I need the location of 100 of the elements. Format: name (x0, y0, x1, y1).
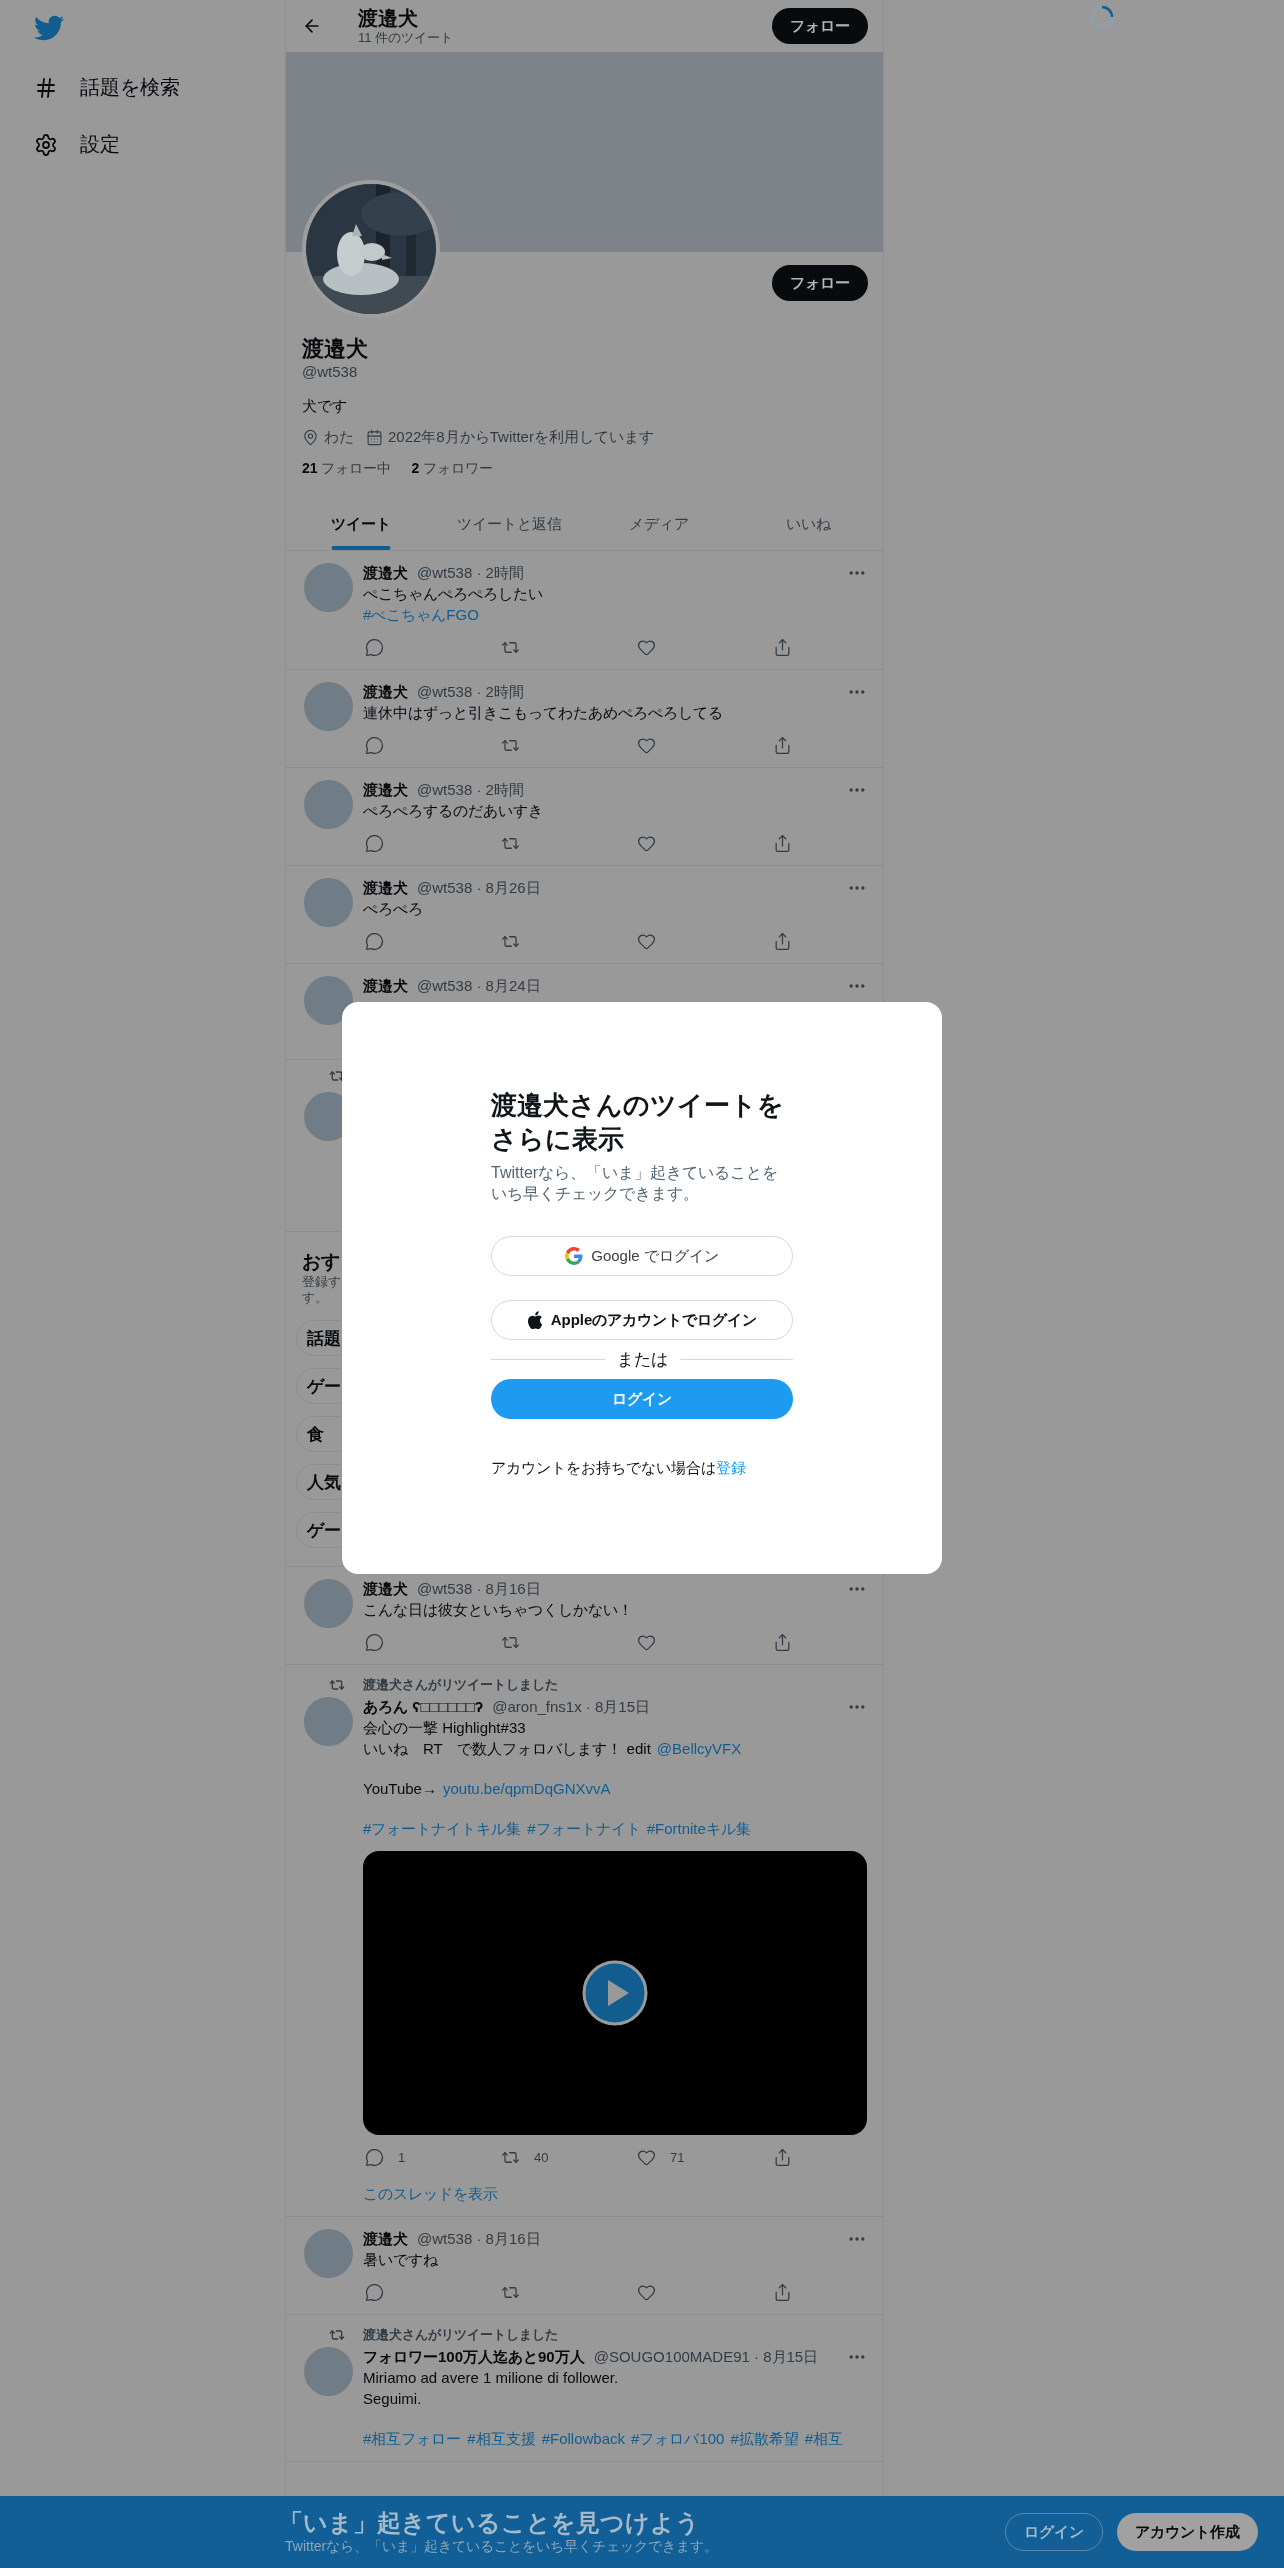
tab[interactable]: いいね (733, 498, 883, 550)
hashtag-link[interactable]: #相互フォロー (363, 2428, 462, 2449)
retweet-label: 渡邉犬さんがリツイートしました (363, 2326, 558, 2344)
tweet-text: いいね RT で数人フォロバします！ edit (363, 1739, 651, 1759)
tweet-author-name[interactable]: あろん ʕ□□□□□□ʔ (363, 1697, 484, 1717)
reply-button[interactable]: 1 (363, 2147, 406, 2167)
hashtag-link[interactable]: #拡散希望 (730, 2428, 799, 2449)
profile-detail: 2022年8月からTwitterを利用しています (388, 427, 654, 447)
tweet-author-name[interactable]: 渡邉犬 (363, 682, 408, 702)
like-button[interactable] (635, 2282, 656, 2302)
upload-icon (773, 931, 792, 951)
retweet-button[interactable]: 40 (499, 2147, 549, 2167)
tweet-meta: @wt538 · 8月16日 (417, 2229, 541, 2249)
avatar[interactable] (304, 976, 353, 1025)
hashtag-link[interactable]: #Fortniteキル集 (646, 1818, 751, 1839)
reply-button[interactable] (363, 2282, 384, 2302)
tweet-text: ぺこちゃんぺろぺろしたい (363, 584, 543, 604)
heart-icon (637, 735, 656, 755)
apple-login-button[interactable]: Appleのアカウントでログイン (491, 1300, 793, 1340)
upload-icon (773, 735, 792, 755)
show-thread-link[interactable]: このスレッドを表示 (363, 2185, 498, 2204)
tweet-text: ぺろぺろ (363, 899, 423, 919)
tweet-meta: @wt538 · 8月16日 (417, 1579, 541, 1599)
tweet-text: 連休中はずっと引きこもってわたあめぺろぺろしてる (363, 703, 723, 723)
tweet-meta: @wt538 · 2時間 (417, 563, 524, 583)
signup-button[interactable]: アカウント作成 (1117, 2513, 1258, 2551)
hashtag-link[interactable]: #相互 (804, 2428, 844, 2449)
nav-item[interactable]: 設定 (34, 116, 120, 173)
like-button[interactable] (635, 1632, 656, 1652)
follow-button[interactable]: フォロー (772, 265, 868, 301)
upload-icon (773, 2147, 792, 2167)
like-button[interactable] (635, 931, 656, 951)
reply-button[interactable] (363, 1632, 384, 1652)
hashtag-link[interactable]: #フォートナイト (527, 1818, 641, 1839)
hash-icon (34, 75, 58, 100)
follow-button[interactable]: フォロー (772, 8, 868, 44)
banner-title: 「いま」起きていることを見つけよう (279, 2509, 701, 2537)
tweet-author-name[interactable]: 渡邉犬 (363, 1579, 408, 1599)
like-button[interactable]: 71 (635, 2147, 685, 2167)
tweet-meta: @SOUGO100MADE91 · 8月15日 (593, 2347, 819, 2367)
like-button[interactable] (635, 735, 656, 755)
repeat-arrows-icon (329, 1677, 345, 1693)
heart-icon (637, 1632, 656, 1652)
tweet-author-name[interactable]: 渡邉犬 (363, 563, 408, 583)
tweet-text: 会心の一撃 Highlight#33 (363, 1718, 526, 1738)
tweet-meta: @wt538 · 2時間 (417, 780, 524, 800)
login-button[interactable]: ログイン (491, 1379, 793, 1419)
upload-icon (773, 1632, 792, 1652)
signup-link[interactable]: 登録 (716, 1459, 746, 1476)
follow-count-link[interactable]: 21 フォロー中 (302, 460, 392, 478)
retweet-label: 渡邉犬さんがリツイートしました (363, 1676, 558, 1694)
url-link[interactable]: youtu.be/qpmDqGNXvvA (442, 1778, 611, 1799)
heart-icon (637, 833, 656, 853)
tweet-author-name[interactable]: フォロワー100万人迄あと90万人 (363, 2347, 585, 2367)
reply-button[interactable] (363, 735, 384, 755)
speech-bubble-icon (365, 1632, 384, 1652)
follow-count-link[interactable]: 2 フォロワー (411, 460, 494, 478)
tab[interactable]: ツイートと返信 (435, 498, 585, 550)
tweet-author-name[interactable]: 渡邉犬 (363, 780, 408, 800)
like-button[interactable] (635, 637, 656, 657)
speech-bubble-icon (365, 637, 384, 657)
nav-item[interactable]: 話題を検索 (34, 59, 180, 116)
google-login-button[interactable]: Google でログイン (491, 1236, 793, 1276)
tweet-text: 暑いですね (363, 2250, 438, 2270)
tweet-text: Seguimi. (363, 2389, 422, 2409)
tweet-count: 11 件のツイート (358, 30, 455, 46)
heart-icon (637, 931, 656, 951)
tweet-author-name[interactable]: 渡邉犬 (363, 2229, 408, 2249)
tweet-author-name[interactable]: 渡邉犬 (363, 878, 408, 898)
hashtag-link[interactable]: #フォートナイトキル集 (363, 1818, 522, 1839)
speech-bubble-icon (365, 931, 384, 951)
tab[interactable]: メディア (584, 498, 734, 550)
speech-bubble-icon (365, 833, 384, 853)
hashtag-link[interactable]: #ぺこちゃんFGO (363, 604, 479, 625)
hashtag-link[interactable]: #Followback (541, 2428, 626, 2449)
mention-link[interactable]: @BellcyVFX (656, 1738, 742, 1759)
repeat-arrows-icon (329, 1068, 345, 1084)
tab[interactable]: ツイート (286, 498, 436, 550)
upload-icon (773, 2282, 792, 2302)
divider-label: または (616, 1348, 668, 1371)
like-button[interactable] (635, 833, 656, 853)
hashtag-link[interactable]: #フォロバ100 (631, 2428, 725, 2449)
reply-button[interactable] (363, 931, 384, 951)
play-icon[interactable] (582, 1960, 648, 2026)
reply-button[interactable] (363, 637, 384, 657)
profile-name: 渡邉犬 (302, 336, 369, 362)
tweet-author-name[interactable]: 渡邉犬 (363, 976, 408, 996)
dialog-title: 渡邉犬さんのツイートをさらに表示 (491, 1089, 785, 1156)
hashtag-link[interactable]: #相互支援 (467, 2428, 536, 2449)
tweet-text: Miriamo ad avere 1 milione di follower. (363, 2368, 619, 2388)
section-title: おす (302, 1250, 340, 1274)
repeat-arrows-icon (329, 2327, 345, 2343)
reply-button[interactable] (363, 833, 384, 853)
bird-logo-icon[interactable] (34, 13, 66, 43)
apple-logo-icon (526, 1311, 543, 1329)
profile-bio: 犬です (302, 396, 348, 416)
upload-icon (773, 637, 792, 657)
loading-spinner-icon (1089, 4, 1115, 30)
tweet-meta: @wt538 · 8月24日 (417, 976, 541, 996)
signup-prompt: アカウントをお持ちでない場合は登録 (491, 1459, 747, 1478)
